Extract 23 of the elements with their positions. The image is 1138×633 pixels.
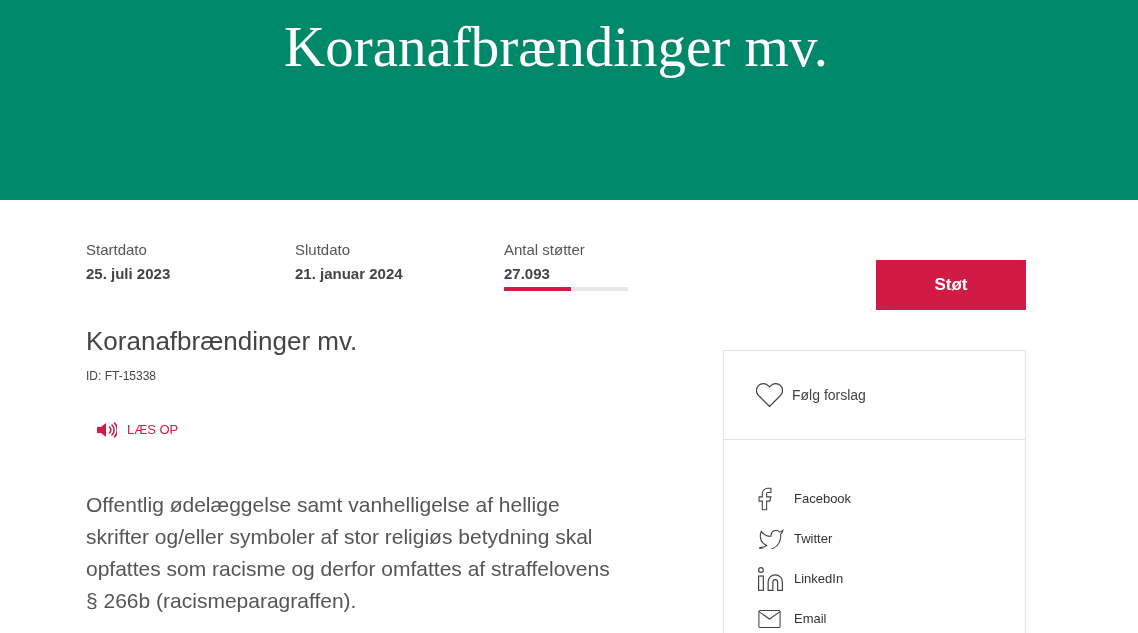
- page-title: Koranafbrændinger mv.: [284, 14, 828, 80]
- linkedin-icon: [758, 567, 783, 591]
- support-button[interactable]: Støt: [876, 260, 1026, 310]
- follow-link[interactable]: Følg forslag: [756, 383, 866, 407]
- stat-label: Startdato: [86, 240, 147, 260]
- stat-value: 25. juli 2023: [86, 264, 171, 284]
- proposal-title: Koranafbrændinger mv.: [86, 325, 358, 357]
- envelope-icon: [758, 610, 781, 628]
- speaker-icon: [96, 422, 117, 438]
- bird-icon: [758, 529, 784, 549]
- stat-label: Slutdato: [295, 240, 351, 260]
- share-link[interactable]: Twitter: [758, 526, 833, 552]
- stat-label: Antal støtter: [504, 240, 585, 260]
- read-aloud-link[interactable]: LÆS OP: [96, 422, 179, 438]
- stat-value: 21. januar 2024: [295, 264, 403, 284]
- stat-value: 27.093: [504, 264, 550, 284]
- facebook-icon: [758, 487, 772, 511]
- heart-icon: [756, 383, 783, 407]
- share-link[interactable]: Facebook: [758, 486, 852, 512]
- proposal-id: ID: FT-15338: [86, 368, 157, 384]
- proposal-description: Offentlig ødelæggelse samt vanhelligelse af hellige skrifter og/eller symboler af stor religiøs betydning skal opfattes som racisme og derfor omfattes af straffelovens § 266b (racismeparagraffen).: [86, 492, 611, 614]
- share-link[interactable]: LinkedIn: [758, 566, 844, 592]
- share-link[interactable]: Email: [758, 606, 827, 632]
